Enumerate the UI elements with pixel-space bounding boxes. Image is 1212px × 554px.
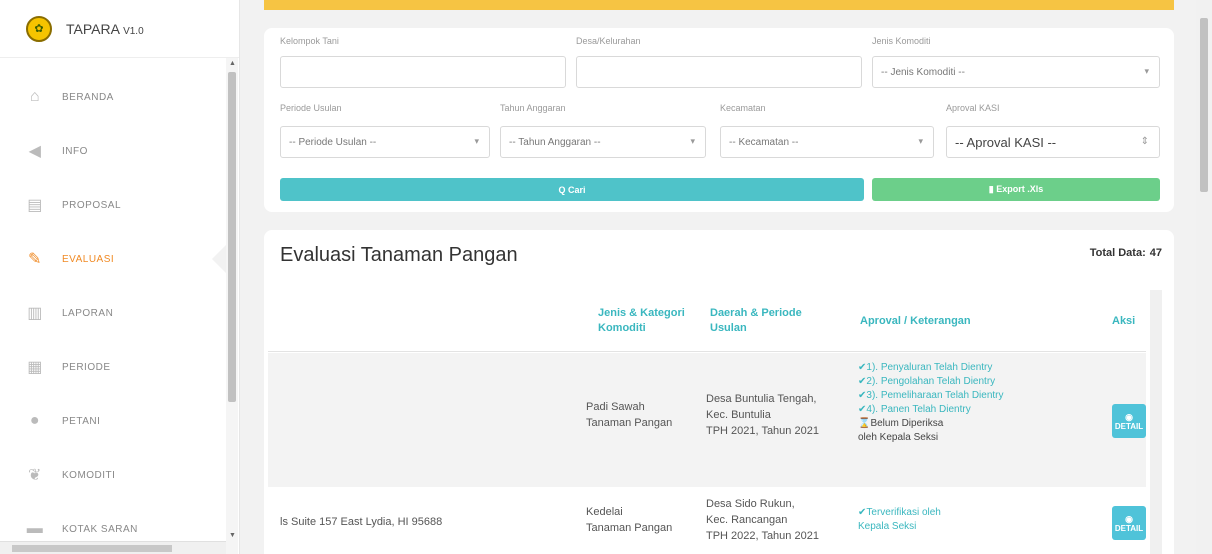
header-daerah[interactable]: Daerah & Periode Usulan bbox=[710, 306, 802, 336]
evaluasi-table-card: Evaluasi Tanaman Pangan Total Data: 47 Je… bbox=[264, 230, 1174, 554]
detail-button[interactable]: ◉ DETAIL bbox=[1112, 404, 1146, 438]
horizontal-scrollbar-thumb[interactable] bbox=[12, 545, 172, 552]
tahun-anggaran-label: Tahun Anggaran bbox=[500, 103, 566, 113]
sidebar-item-beranda[interactable]: ⌂ BERANDA bbox=[0, 70, 226, 124]
sidebar-horizontal-scrollbar[interactable] bbox=[0, 541, 226, 554]
daerah-cell: Desa Sido Rukun, Kec. Rancangan TPH 2022, … bbox=[706, 498, 819, 542]
header-aksi[interactable]: Aksi bbox=[1112, 314, 1135, 329]
sidebar: ✿ TAPARA V1.0 ⌂ BERANDA ◀ INFO ▤ PROPOSAL ✎… bbox=[0, 0, 240, 554]
status-pengolahan: ✔2). Pengolahan Telah Dientry bbox=[858, 376, 996, 387]
edit-document-icon: ✎ bbox=[28, 251, 42, 268]
sprout-icon: ❦ bbox=[28, 467, 42, 484]
tahun-anggaran-select[interactable]: -- Tahun Anggaran -- bbox=[500, 126, 706, 158]
scroll-down-arrow-icon[interactable]: ▼ bbox=[229, 532, 236, 539]
desa-label: Desa/Kelurahan bbox=[576, 36, 641, 46]
table-row: ls Suite 157 East Lydia, HI 95688 Kedela… bbox=[268, 488, 1146, 554]
kelompok-tani-label: Kelompok Tani bbox=[280, 36, 339, 46]
kelompok-tani-input[interactable] bbox=[280, 56, 566, 88]
bar-chart-icon: ▥ bbox=[27, 305, 43, 322]
desa-input[interactable] bbox=[576, 56, 862, 88]
calendar-icon: ▦ bbox=[27, 359, 43, 376]
aproval-cell: ✔1). Penyaluran Telah Dientry ✔2). Pengo… bbox=[858, 361, 1004, 445]
top-accent-bar bbox=[264, 0, 1174, 10]
kecamatan-label: Kecamatan bbox=[720, 103, 766, 113]
eye-icon: ◉ bbox=[1125, 513, 1133, 524]
jenis-cell: Padi Sawah Tanaman Pangan bbox=[586, 401, 673, 429]
status-panen: ✔4). Panen Telah Dientry bbox=[858, 404, 971, 415]
aproval-kasi-select[interactable]: -- Aproval KASI -- bbox=[946, 126, 1160, 158]
logo-icon: ✿ bbox=[26, 15, 52, 42]
verified-status: ✔Terverifikasi oleh Kepala Seksi bbox=[858, 507, 941, 532]
jenis-komoditi-label: Jenis Komoditi bbox=[872, 36, 931, 46]
status-penyaluran: ✔1). Penyaluran Telah Dientry bbox=[858, 362, 993, 373]
sidebar-item-laporan[interactable]: ▥ LAPORAN bbox=[0, 286, 226, 340]
sidebar-scrollbar-thumb[interactable] bbox=[228, 72, 236, 402]
sidebar-menu: ⌂ BERANDA ◀ INFO ▤ PROPOSAL ✎ EVALUASI ▥ LAPO… bbox=[0, 70, 226, 554]
sidebar-item-periode[interactable]: ▦ PERIODE bbox=[0, 340, 226, 394]
name-cell: ls Suite 157 East Lydia, HI 95688 bbox=[280, 516, 443, 528]
kecamatan-select[interactable]: -- Kecamatan -- bbox=[720, 126, 934, 158]
inbox-icon: ▬ bbox=[26, 520, 44, 537]
aproval-kasi-label: Aproval KASI bbox=[946, 103, 1000, 113]
home-icon: ⌂ bbox=[29, 88, 41, 105]
eye-icon: ◉ bbox=[1125, 411, 1133, 422]
export-xls-button[interactable]: ▮ Export .Xls bbox=[872, 178, 1160, 201]
jenis-cell: Kedelai Tanaman Pangan bbox=[586, 506, 673, 534]
cari-button[interactable]: Q Cari bbox=[280, 178, 864, 201]
brand-title: TAPARA V1.0 bbox=[66, 20, 144, 37]
daerah-cell: Desa Buntulia Tengah, Kec. Buntulia TPH 20… bbox=[706, 393, 819, 437]
users-icon: ● bbox=[29, 412, 41, 429]
review-note: ⌛Belum Diperiksa oleh Kepala Seksi bbox=[858, 418, 944, 443]
sidebar-item-komoditi[interactable]: ❦ KOMODITI bbox=[0, 448, 226, 502]
brand[interactable]: ✿ TAPARA V1.0 bbox=[0, 0, 239, 58]
sidebar-item-evaluasi[interactable]: ✎ EVALUASI bbox=[0, 232, 226, 286]
sidebar-item-proposal[interactable]: ▤ PROPOSAL bbox=[0, 178, 226, 232]
table-row: Padi Sawah Tanaman Pangan Desa Buntulia T… bbox=[268, 353, 1146, 487]
total-data: Total Data: 47 bbox=[1089, 247, 1162, 259]
filter-card: Kelompok Tani Desa/Kelurahan Jenis Komod… bbox=[264, 28, 1174, 212]
header-aproval[interactable]: Aproval / Keterangan bbox=[860, 314, 971, 329]
status-pemeliharaan: ✔3). Pemeliharaan Telah Dientry bbox=[858, 390, 1004, 401]
sidebar-item-petani[interactable]: ● PETANI bbox=[0, 394, 226, 448]
page-title: Evaluasi Tanaman Pangan bbox=[280, 244, 518, 266]
page-scrollbar-thumb[interactable] bbox=[1200, 18, 1208, 192]
sidebar-item-info[interactable]: ◀ INFO bbox=[0, 124, 226, 178]
periode-usulan-label: Periode Usulan bbox=[280, 103, 342, 113]
jenis-komoditi-select[interactable]: -- Jenis Komoditi -- bbox=[872, 56, 1160, 88]
header-jenis[interactable]: Jenis & Kategori Komoditi bbox=[598, 306, 685, 336]
table-header: Jenis & Kategori Komoditi Daerah & Period… bbox=[268, 290, 1146, 352]
table-scrollbar[interactable] bbox=[1150, 290, 1162, 554]
detail-button[interactable]: ◉ DETAIL bbox=[1112, 506, 1146, 540]
scroll-up-arrow-icon[interactable]: ▲ bbox=[229, 60, 236, 67]
document-icon: ▤ bbox=[27, 197, 43, 214]
megaphone-icon: ◀ bbox=[28, 143, 42, 160]
periode-usulan-select[interactable]: -- Periode Usulan -- bbox=[280, 126, 490, 158]
